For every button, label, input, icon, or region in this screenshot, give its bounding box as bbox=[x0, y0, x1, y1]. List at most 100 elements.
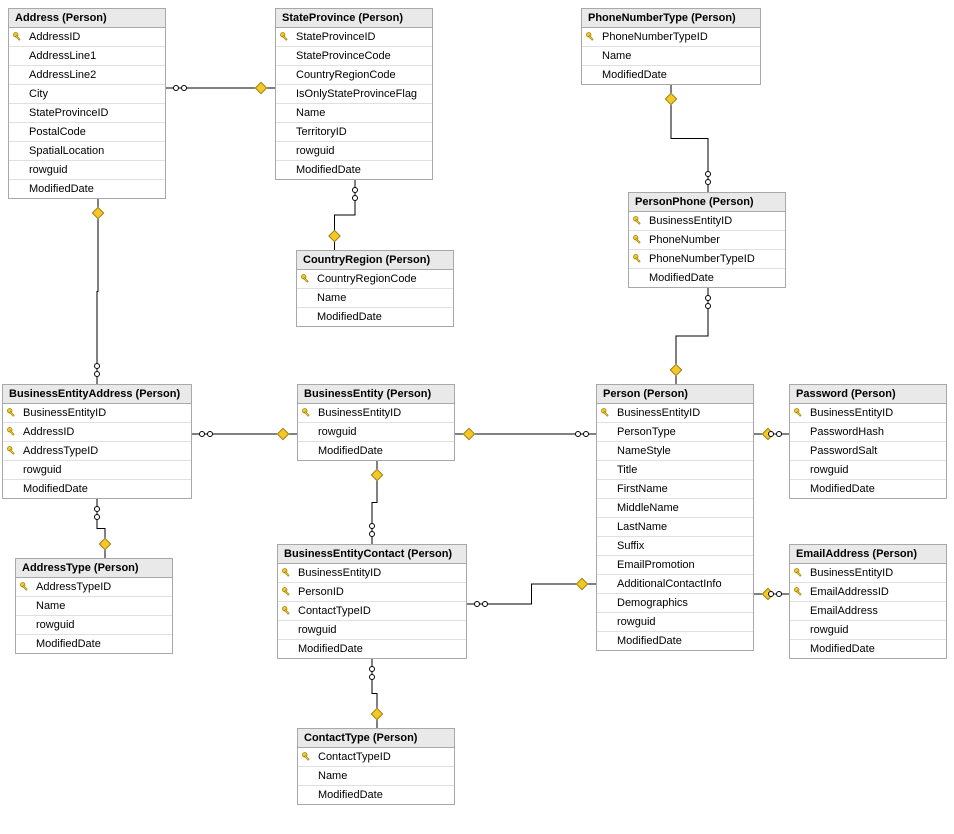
table-column[interactable]: rowguid bbox=[790, 621, 946, 640]
table-column[interactable]: StateProvinceID bbox=[9, 104, 165, 123]
table-column[interactable]: NameStyle bbox=[597, 442, 753, 461]
table-businessentitycontact[interactable]: BusinessEntityContact (Person) BusinessE… bbox=[277, 544, 467, 659]
table-column[interactable]: BusinessEntityID bbox=[3, 404, 191, 423]
table-column[interactable]: ModifiedDate bbox=[16, 635, 172, 653]
column-name: PersonID bbox=[296, 586, 344, 598]
primary-key-icon-slot bbox=[298, 751, 316, 763]
table-password[interactable]: Password (Person) BusinessEntityIDPasswo… bbox=[789, 384, 947, 499]
table-column[interactable]: IsOnlyStateProvinceFlag bbox=[276, 85, 432, 104]
table-phonenumbertype[interactable]: PhoneNumberType (Person) PhoneNumberType… bbox=[581, 8, 761, 85]
table-column[interactable]: ModifiedDate bbox=[298, 786, 454, 804]
table-contacttype[interactable]: ContactType (Person) ContactTypeIDNameMo… bbox=[297, 728, 455, 805]
column-name: ModifiedDate bbox=[27, 183, 94, 195]
table-column[interactable]: ModifiedDate bbox=[9, 180, 165, 198]
table-column[interactable]: PhoneNumber bbox=[629, 231, 785, 250]
table-column[interactable]: CountryRegionCode bbox=[297, 270, 453, 289]
table-businessentityaddress[interactable]: BusinessEntityAddress (Person) BusinessE… bbox=[2, 384, 192, 499]
table-column[interactable]: Name bbox=[297, 289, 453, 308]
column-name: Demographics bbox=[615, 597, 688, 609]
table-column[interactable]: CountryRegionCode bbox=[276, 66, 432, 85]
table-column[interactable]: ModifiedDate bbox=[3, 480, 191, 498]
primary-key-icon-slot bbox=[298, 407, 316, 419]
table-column[interactable]: StateProvinceID bbox=[276, 28, 432, 47]
table-column[interactable]: ModifiedDate bbox=[629, 269, 785, 287]
table-stateprovince[interactable]: StateProvince (Person) StateProvinceIDSt… bbox=[275, 8, 433, 180]
table-column[interactable]: EmailAddress bbox=[790, 602, 946, 621]
table-column[interactable]: PasswordHash bbox=[790, 423, 946, 442]
table-column[interactable]: EmailPromotion bbox=[597, 556, 753, 575]
relation-line bbox=[671, 85, 708, 192]
column-name: PhoneNumberTypeID bbox=[647, 253, 755, 265]
table-column[interactable]: AddressLine1 bbox=[9, 47, 165, 66]
table-address[interactable]: Address (Person) AddressIDAddressLine1Ad… bbox=[8, 8, 166, 199]
table-column[interactable]: BusinessEntityID bbox=[278, 564, 466, 583]
table-column[interactable]: ModifiedDate bbox=[790, 480, 946, 498]
table-column[interactable]: FirstName bbox=[597, 480, 753, 499]
table-column[interactable]: rowguid bbox=[298, 423, 454, 442]
table-column[interactable]: PersonID bbox=[278, 583, 466, 602]
table-column[interactable]: Name bbox=[276, 104, 432, 123]
table-column[interactable]: AddressTypeID bbox=[3, 442, 191, 461]
table-column[interactable]: AddressLine2 bbox=[9, 66, 165, 85]
table-column[interactable]: rowguid bbox=[278, 621, 466, 640]
primary-key-icon-slot bbox=[790, 407, 808, 419]
table-column[interactable]: Demographics bbox=[597, 594, 753, 613]
table-addresstype[interactable]: AddressType (Person) AddressTypeIDNamero… bbox=[15, 558, 173, 654]
table-countryregion[interactable]: CountryRegion (Person) CountryRegionCode… bbox=[296, 250, 454, 327]
table-column[interactable]: City bbox=[9, 85, 165, 104]
table-column[interactable]: BusinessEntityID bbox=[298, 404, 454, 423]
table-column[interactable]: ModifiedDate bbox=[790, 640, 946, 658]
table-column[interactable]: PasswordSalt bbox=[790, 442, 946, 461]
table-column[interactable]: MiddleName bbox=[597, 499, 753, 518]
primary-key-icon-slot bbox=[3, 426, 21, 438]
table-column[interactable]: rowguid bbox=[276, 142, 432, 161]
table-column[interactable]: rowguid bbox=[16, 616, 172, 635]
table-column[interactable]: ContactTypeID bbox=[278, 602, 466, 621]
table-person[interactable]: Person (Person) BusinessEntityIDPersonTy… bbox=[596, 384, 754, 651]
table-column[interactable]: rowguid bbox=[9, 161, 165, 180]
relation-line bbox=[335, 180, 356, 250]
table-column[interactable]: PhoneNumberTypeID bbox=[629, 250, 785, 269]
table-column[interactable]: PhoneNumberTypeID bbox=[582, 28, 760, 47]
table-column[interactable]: AdditionalContactInfo bbox=[597, 575, 753, 594]
table-column[interactable]: rowguid bbox=[790, 461, 946, 480]
table-column[interactable]: ModifiedDate bbox=[298, 442, 454, 460]
table-column[interactable]: SpatialLocation bbox=[9, 142, 165, 161]
table-column[interactable]: ContactTypeID bbox=[298, 748, 454, 767]
table-column[interactable]: rowguid bbox=[3, 461, 191, 480]
table-emailaddress[interactable]: EmailAddress (Person) BusinessEntityID E… bbox=[789, 544, 947, 659]
primary-key-icon-slot bbox=[297, 273, 315, 285]
table-column[interactable]: AddressID bbox=[3, 423, 191, 442]
table-column[interactable]: AddressTypeID bbox=[16, 578, 172, 597]
table-column[interactable]: BusinessEntityID bbox=[790, 404, 946, 423]
table-column[interactable]: rowguid bbox=[597, 613, 753, 632]
table-column[interactable]: Name bbox=[16, 597, 172, 616]
table-column[interactable]: PostalCode bbox=[9, 123, 165, 142]
table-column[interactable]: LastName bbox=[597, 518, 753, 537]
table-column[interactable]: Suffix bbox=[597, 537, 753, 556]
table-column[interactable]: BusinessEntityID bbox=[790, 564, 946, 583]
primary-key-icon-slot bbox=[278, 605, 296, 617]
table-column[interactable]: ModifiedDate bbox=[276, 161, 432, 179]
table-column[interactable]: ModifiedDate bbox=[597, 632, 753, 650]
table-title: EmailAddress (Person) bbox=[790, 545, 946, 564]
primary-key-icon bbox=[632, 215, 644, 227]
table-column[interactable]: ModifiedDate bbox=[278, 640, 466, 658]
table-column[interactable]: ModifiedDate bbox=[297, 308, 453, 326]
table-column[interactable]: Name bbox=[298, 767, 454, 786]
primary-key-icon-slot bbox=[629, 234, 647, 246]
table-column[interactable]: PersonType bbox=[597, 423, 753, 442]
column-name: AddressTypeID bbox=[21, 445, 98, 457]
table-column[interactable]: StateProvinceCode bbox=[276, 47, 432, 66]
table-column[interactable]: ModifiedDate bbox=[582, 66, 760, 84]
table-column[interactable]: BusinessEntityID bbox=[629, 212, 785, 231]
table-column[interactable]: TerritoryID bbox=[276, 123, 432, 142]
table-column[interactable]: EmailAddressID bbox=[790, 583, 946, 602]
table-column[interactable]: Name bbox=[582, 47, 760, 66]
primary-key-icon bbox=[632, 234, 644, 246]
table-column[interactable]: BusinessEntityID bbox=[597, 404, 753, 423]
table-column[interactable]: AddressID bbox=[9, 28, 165, 47]
table-column[interactable]: Title bbox=[597, 461, 753, 480]
table-personphone[interactable]: PersonPhone (Person) BusinessEntityID Ph… bbox=[628, 192, 786, 288]
table-businessentity[interactable]: BusinessEntity (Person) BusinessEntityID… bbox=[297, 384, 455, 461]
